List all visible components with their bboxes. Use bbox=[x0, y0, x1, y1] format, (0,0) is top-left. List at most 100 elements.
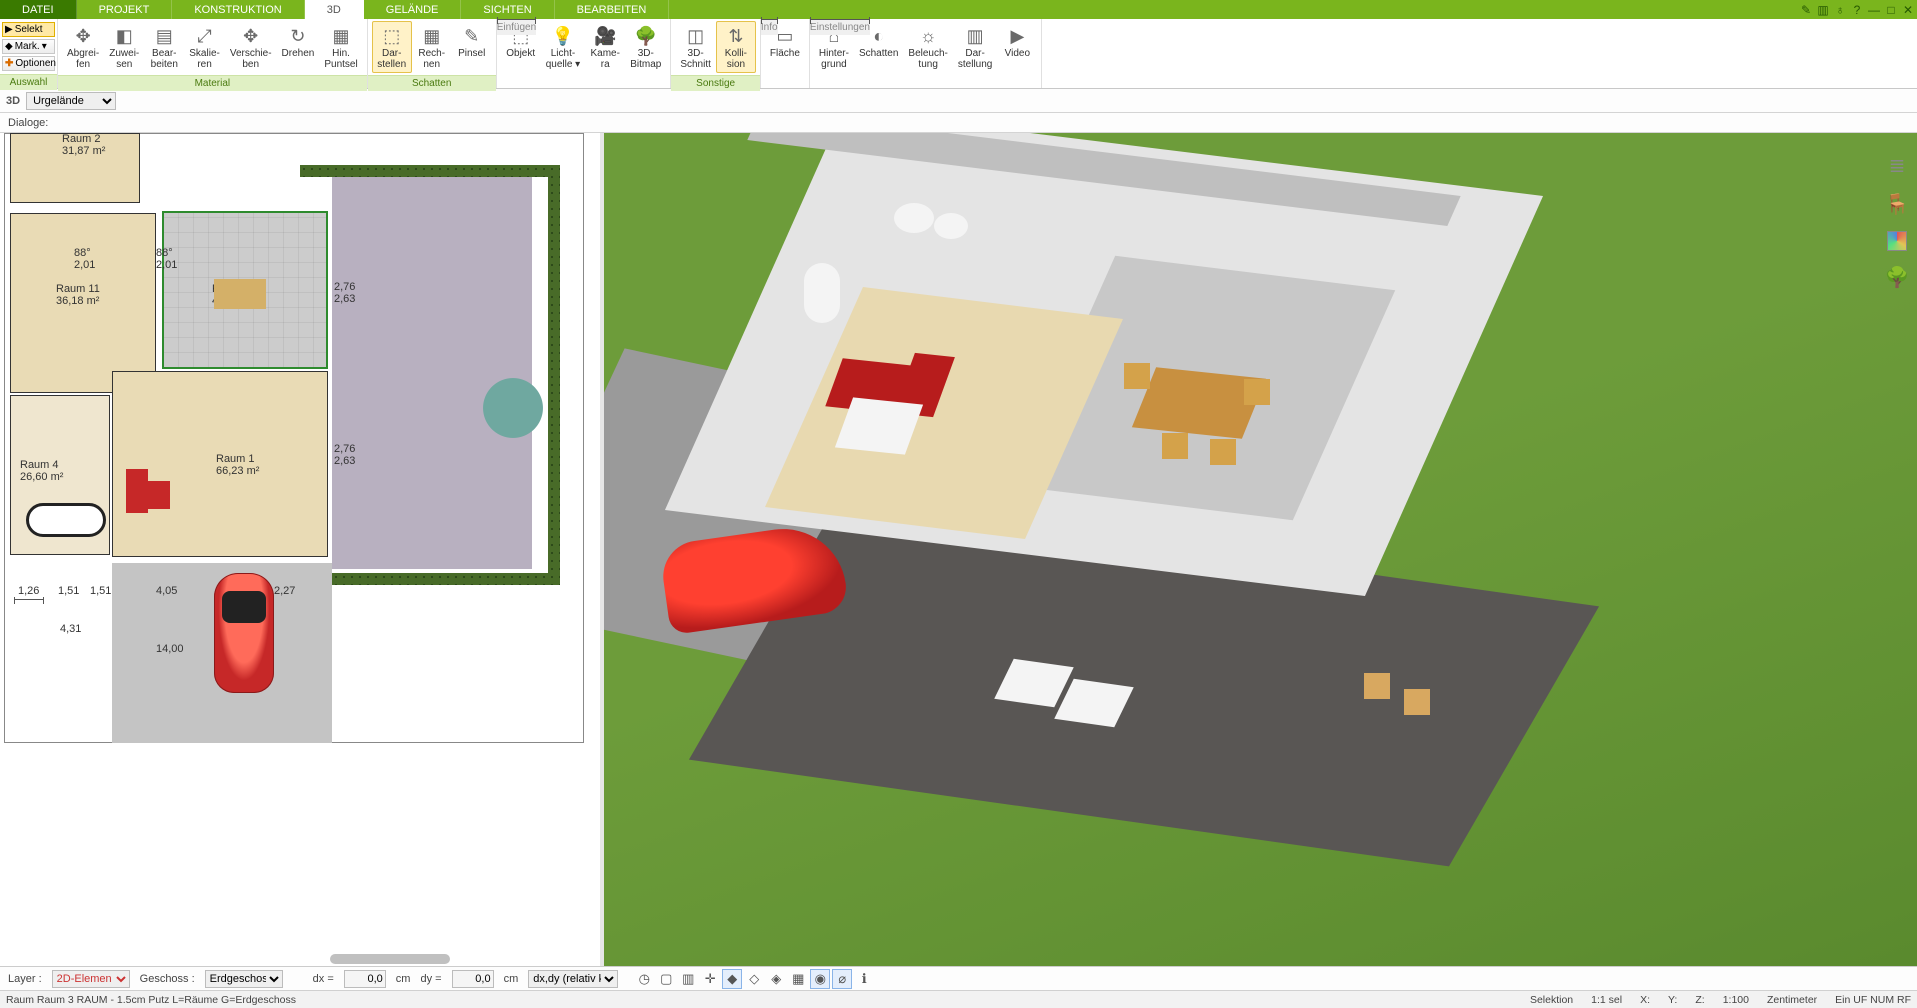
rechnen-icon: ▦ bbox=[420, 24, 444, 48]
verschieben-icon: ✥ bbox=[239, 24, 263, 48]
layers-rail-icon[interactable]: ≣ bbox=[1889, 153, 1906, 178]
status-flags: Ein UF NUM RF bbox=[1835, 994, 1911, 1006]
ribbon-verschieben[interactable]: ✥Verschie-ben bbox=[225, 21, 277, 73]
ribbon: ▶Selekt ◆Mark.▾ ✚Optionen Auswahl ✥Abgre… bbox=[0, 19, 1917, 89]
view-toggle-strip: ◷ ▢ ▥ ✛ ◆ ◇ ◈ ▦ ◉ ⌀ ℹ bbox=[634, 969, 874, 989]
ribbon-drehen[interactable]: ↻Drehen bbox=[277, 21, 320, 62]
dim-201-1: 2,01 bbox=[74, 259, 95, 271]
group-info-label: Info bbox=[761, 19, 778, 35]
ribbon-darstellen[interactable]: ⬚Dar-stellen bbox=[372, 21, 412, 73]
furniture-rail-icon[interactable]: 🪑 bbox=[1885, 192, 1910, 217]
darstellung-icon: ▥ bbox=[963, 24, 987, 48]
kollision-icon: ⇅ bbox=[724, 24, 748, 48]
dim-88-1: 88° bbox=[74, 247, 91, 259]
right-tool-rail: ≣ 🪑 🌳 bbox=[1883, 153, 1911, 290]
tree-rail-icon[interactable]: 🌳 bbox=[1885, 265, 1910, 290]
dy-input[interactable] bbox=[452, 970, 494, 988]
view-3d[interactable]: ≣ 🪑 🌳 bbox=[604, 133, 1917, 966]
titlebar-buttons: ✎ ▥ ♁ ? — □ ✕ bbox=[1799, 0, 1915, 19]
ribbon-rechnen[interactable]: ▦Rech-nen bbox=[412, 21, 452, 73]
ribbon-zuweisen[interactable]: ◧Zuwei-sen bbox=[104, 21, 144, 73]
help-icon[interactable]: ? bbox=[1850, 3, 1864, 17]
toggle-section-icon[interactable]: ⌀ bbox=[832, 969, 852, 989]
toggle-info-icon[interactable]: ℹ bbox=[854, 969, 874, 989]
ribbon-beleuchtung[interactable]: ☼Beleuch-tung bbox=[903, 21, 952, 73]
coord-mode-select[interactable]: dx,dy (relativ ka bbox=[528, 970, 618, 988]
tab-bearbeiten[interactable]: BEARBEITEN bbox=[555, 0, 670, 19]
drehen-icon: ↻ bbox=[286, 24, 310, 48]
ribbon-video[interactable]: ▶Video bbox=[997, 21, 1037, 62]
toggle-axes-icon[interactable]: ✛ bbox=[700, 969, 720, 989]
status-y: Y: bbox=[1668, 994, 1677, 1006]
dialoge-label: Dialoge: bbox=[8, 117, 48, 129]
tab-datei[interactable]: DATEI bbox=[0, 0, 77, 19]
ribbon-skalieren[interactable]: ⤢Skalie-ren bbox=[184, 21, 225, 73]
room1-label: Raum 1 66,23 m² bbox=[216, 453, 259, 477]
status-z: Z: bbox=[1695, 994, 1704, 1006]
globe-icon[interactable]: ♁ bbox=[1833, 3, 1847, 17]
options-button[interactable]: ✚Optionen bbox=[2, 56, 55, 71]
toggle-screen-icon[interactable]: ▢ bbox=[656, 969, 676, 989]
tab-projekt[interactable]: PROJEKT bbox=[77, 0, 173, 19]
toggle-grid-icon[interactable]: ▦ bbox=[788, 969, 808, 989]
ribbon-hinpuntsel[interactable]: ▦Hin.Puntsel bbox=[319, 21, 362, 73]
3dschnitt-icon: ◫ bbox=[684, 24, 708, 48]
group-einfuegen-label: Einfügen bbox=[497, 19, 536, 35]
scrollbar-2d[interactable] bbox=[330, 954, 450, 964]
view-2d[interactable]: Raum 2 31,87 m² Raum 11 36,18 m² Raum 3 … bbox=[0, 133, 600, 966]
minimize-icon[interactable]: — bbox=[1867, 3, 1881, 17]
ribbon-kollision[interactable]: ⇅Kolli-sion bbox=[716, 21, 756, 73]
dim-201-2: 2,01 bbox=[156, 259, 177, 271]
status-scale: 1:100 bbox=[1723, 994, 1749, 1006]
toggle-wire-icon[interactable]: ◇ bbox=[744, 969, 764, 989]
status-sel: 1:1 sel bbox=[1591, 994, 1622, 1006]
palette-rail-icon[interactable] bbox=[1887, 231, 1907, 251]
toggle-shade-icon[interactable]: ◆ bbox=[722, 969, 742, 989]
group-material-label: Material bbox=[58, 75, 367, 91]
tab-sichten[interactable]: SICHTEN bbox=[461, 0, 554, 19]
tab-gelaende[interactable]: GELÄNDE bbox=[364, 0, 462, 19]
zuweisen-icon: ◧ bbox=[112, 24, 136, 48]
dim-88-2: 88° bbox=[156, 247, 173, 259]
tab-3d[interactable]: 3D bbox=[305, 0, 364, 19]
ribbon-bearbeiten[interactable]: ▤Bear-beiten bbox=[144, 21, 184, 73]
status-selection: Selektion bbox=[1530, 994, 1573, 1006]
status-bar: Raum Raum 3 RAUM - 1.5cm Putz L=Räume G=… bbox=[0, 990, 1917, 1008]
dx-input[interactable] bbox=[344, 970, 386, 988]
toggle-clock-icon[interactable]: ◷ bbox=[634, 969, 654, 989]
toggle-solid-icon[interactable]: ◈ bbox=[766, 969, 786, 989]
workspace: Raum 2 31,87 m² Raum 11 36,18 m² Raum 3 … bbox=[0, 133, 1917, 966]
ribbon-side: ▶Selekt ◆Mark.▾ ✚Optionen bbox=[0, 19, 58, 74]
group-einstellungen-label: Einstellungen bbox=[810, 19, 870, 35]
ribbon-darstellung[interactable]: ▥Dar-stellung bbox=[953, 21, 997, 73]
dx-label: dx = bbox=[313, 973, 334, 985]
ribbon-kamera[interactable]: 🎥Kame-ra bbox=[585, 21, 625, 73]
layer-select[interactable]: 2D-Elemen bbox=[52, 970, 130, 988]
pin-icon[interactable]: ✎ bbox=[1799, 3, 1813, 17]
dy-unit: cm bbox=[504, 973, 519, 985]
room11-label: Raum 11 36,18 m² bbox=[56, 283, 100, 307]
floor-select[interactable]: Erdgeschos bbox=[205, 970, 283, 988]
select-button[interactable]: ▶Selekt bbox=[2, 22, 55, 37]
toggle-persp-icon[interactable]: ◉ bbox=[810, 969, 830, 989]
abgreifen-icon: ✥ bbox=[71, 24, 95, 48]
toggle-layers-icon[interactable]: ▥ bbox=[678, 969, 698, 989]
ribbon-lichtquelle[interactable]: 💡Licht-quelle ▾ bbox=[541, 21, 586, 73]
close-icon[interactable]: ✕ bbox=[1901, 3, 1915, 17]
car-2d bbox=[214, 573, 274, 693]
ribbon-pinsel[interactable]: ✎Pinsel bbox=[452, 21, 492, 62]
maximize-icon[interactable]: □ bbox=[1884, 3, 1898, 17]
ribbon-3dschnitt[interactable]: ◫3D-Schnitt bbox=[675, 21, 716, 73]
tab-konstruktion[interactable]: KONSTRUKTION bbox=[172, 0, 304, 19]
room2-label: Raum 2 31,87 m² bbox=[62, 133, 105, 157]
mark-button[interactable]: ◆Mark.▾ bbox=[2, 39, 55, 54]
kamera-icon: 🎥 bbox=[593, 24, 617, 48]
ribbon-abgreifen[interactable]: ✥Abgrei-fen bbox=[62, 21, 104, 73]
dim-151b: 1,51 bbox=[90, 585, 111, 597]
ribbon-3dbitmap[interactable]: 🌳3D-Bitmap bbox=[625, 21, 666, 73]
lichtquelle-icon: 💡 bbox=[551, 24, 575, 48]
terrain-select[interactable]: Urgelände bbox=[26, 92, 116, 110]
bottom-bar: Layer : 2D-Elemen Geschoss : Erdgeschos … bbox=[0, 966, 1917, 990]
layers-icon[interactable]: ▥ bbox=[1816, 3, 1830, 17]
group-schatten-label: Schatten bbox=[368, 75, 496, 91]
